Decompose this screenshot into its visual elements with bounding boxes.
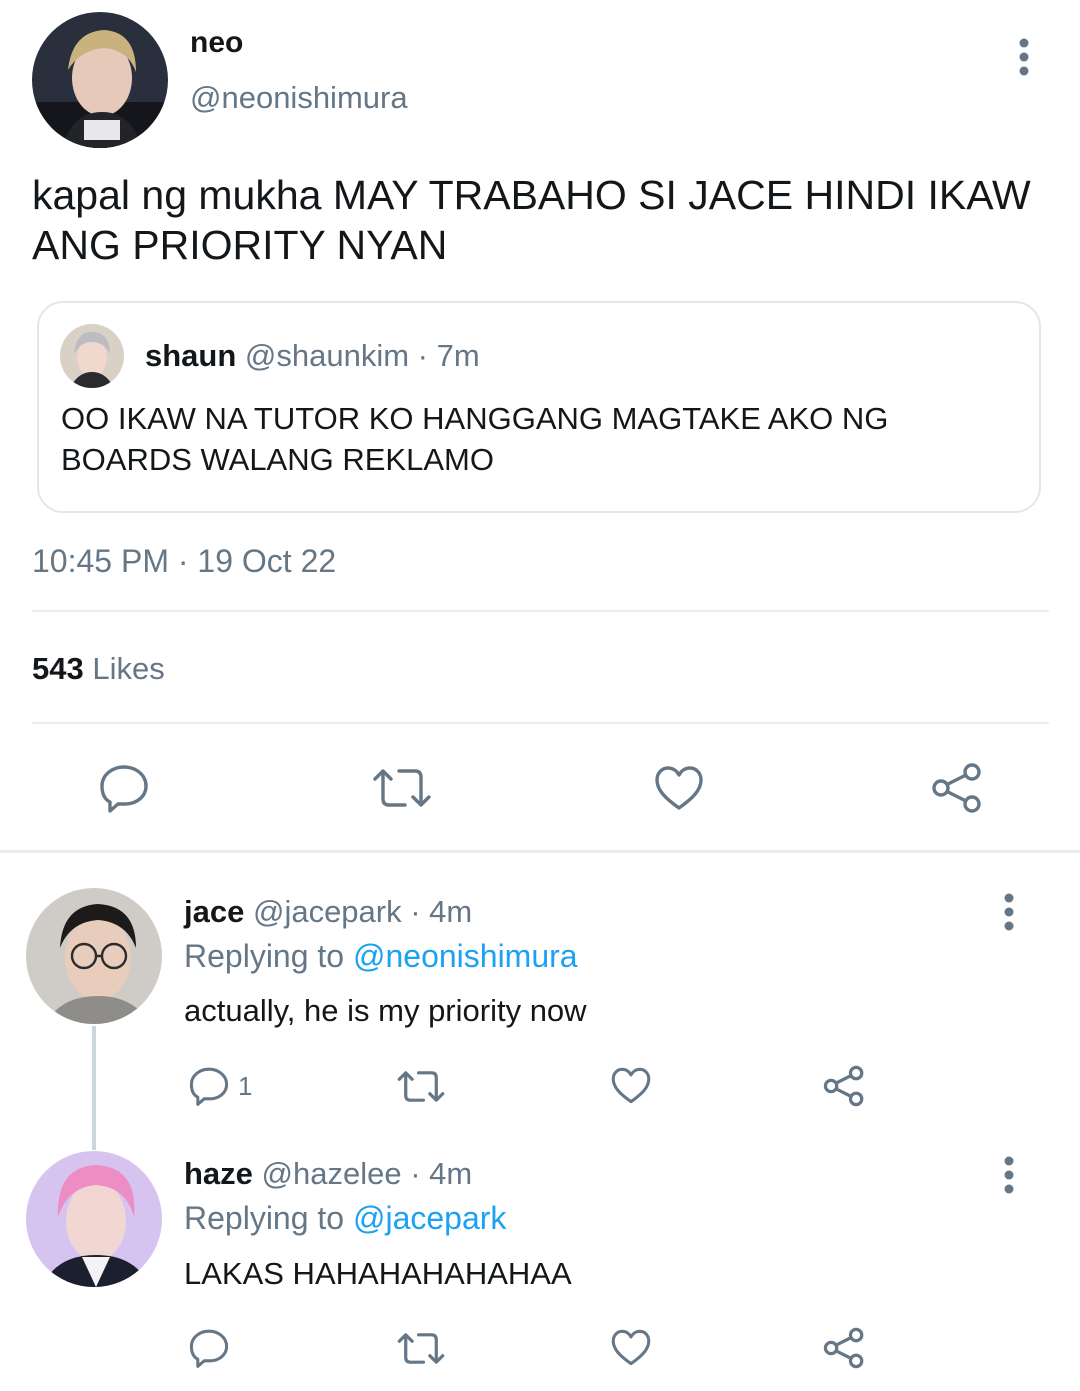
replying-to-line: Replying to @jacepark xyxy=(184,1200,506,1237)
jace-avatar[interactable] xyxy=(26,888,162,1024)
shaun-avatar xyxy=(60,324,124,388)
tweet-text: kapal ng mukha MAY TRABAHO SI JACE HINDI… xyxy=(32,172,1031,268)
replying-to-label: Replying to xyxy=(184,938,345,974)
display-name[interactable]: neo xyxy=(190,26,243,60)
replying-to-label: Replying to xyxy=(184,1200,345,1236)
heart-icon[interactable] xyxy=(610,1066,652,1105)
reply-handle-time[interactable]: @jacepark · 4m xyxy=(253,894,472,929)
more-vertical-icon[interactable] xyxy=(999,893,1019,933)
quoted-header: shaun @shaunkim · 7m xyxy=(145,338,480,374)
retweet-icon[interactable] xyxy=(396,1330,446,1367)
share-icon[interactable] xyxy=(823,1327,865,1369)
reply-display-name[interactable]: jace xyxy=(184,894,244,929)
quoted-handle-time: @shaunkim · 7m xyxy=(244,338,480,373)
thread-line xyxy=(92,1026,96,1150)
reply-bubble-icon[interactable] xyxy=(98,763,150,813)
reply-text: actually, he is my priority now xyxy=(184,993,587,1028)
handle[interactable]: @neonishimura xyxy=(190,80,408,116)
tweet-timestamp[interactable]: 10:45 PM · 19 Oct 22 xyxy=(32,543,336,580)
retweet-icon[interactable] xyxy=(396,1068,446,1105)
share-icon[interactable] xyxy=(823,1065,865,1107)
replying-to-link[interactable]: @jacepark xyxy=(353,1200,506,1236)
likes-stat[interactable]: 543 Likes xyxy=(32,651,165,687)
heart-icon[interactable] xyxy=(610,1328,652,1367)
reply-bubble-icon[interactable] xyxy=(188,1066,230,1106)
reply-text: LAKAS HAHAHAHAHAHAA xyxy=(184,1256,572,1291)
reply-bubble-icon[interactable] xyxy=(188,1328,230,1368)
retweet-icon[interactable] xyxy=(371,765,433,811)
likes-count: 543 xyxy=(32,651,84,686)
more-vertical-icon[interactable] xyxy=(1014,38,1034,78)
reply-header: jace @jacepark · 4m xyxy=(184,894,472,930)
reply-handle-time[interactable]: @hazelee · 4m xyxy=(262,1156,473,1191)
quoted-text: OO IKAW NA TUTOR KO HANGGANG MAGTAKE AKO… xyxy=(61,401,889,477)
likes-label: Likes xyxy=(92,651,165,686)
share-icon[interactable] xyxy=(931,762,983,814)
neo-avatar[interactable] xyxy=(32,12,168,148)
reply-count: 1 xyxy=(238,1071,253,1101)
section-divider xyxy=(0,850,1080,853)
haze-avatar[interactable] xyxy=(26,1151,162,1287)
divider xyxy=(32,722,1049,724)
quoted-display-name: shaun xyxy=(145,338,237,373)
replying-to-line: Replying to @neonishimura xyxy=(184,938,578,975)
heart-icon[interactable] xyxy=(653,764,705,812)
reply-display-name[interactable]: haze xyxy=(184,1156,253,1191)
divider xyxy=(32,610,1049,612)
replying-to-link[interactable]: @neonishimura xyxy=(353,938,578,974)
more-vertical-icon[interactable] xyxy=(999,1156,1019,1196)
reply-header: haze @hazelee · 4m xyxy=(184,1156,472,1192)
